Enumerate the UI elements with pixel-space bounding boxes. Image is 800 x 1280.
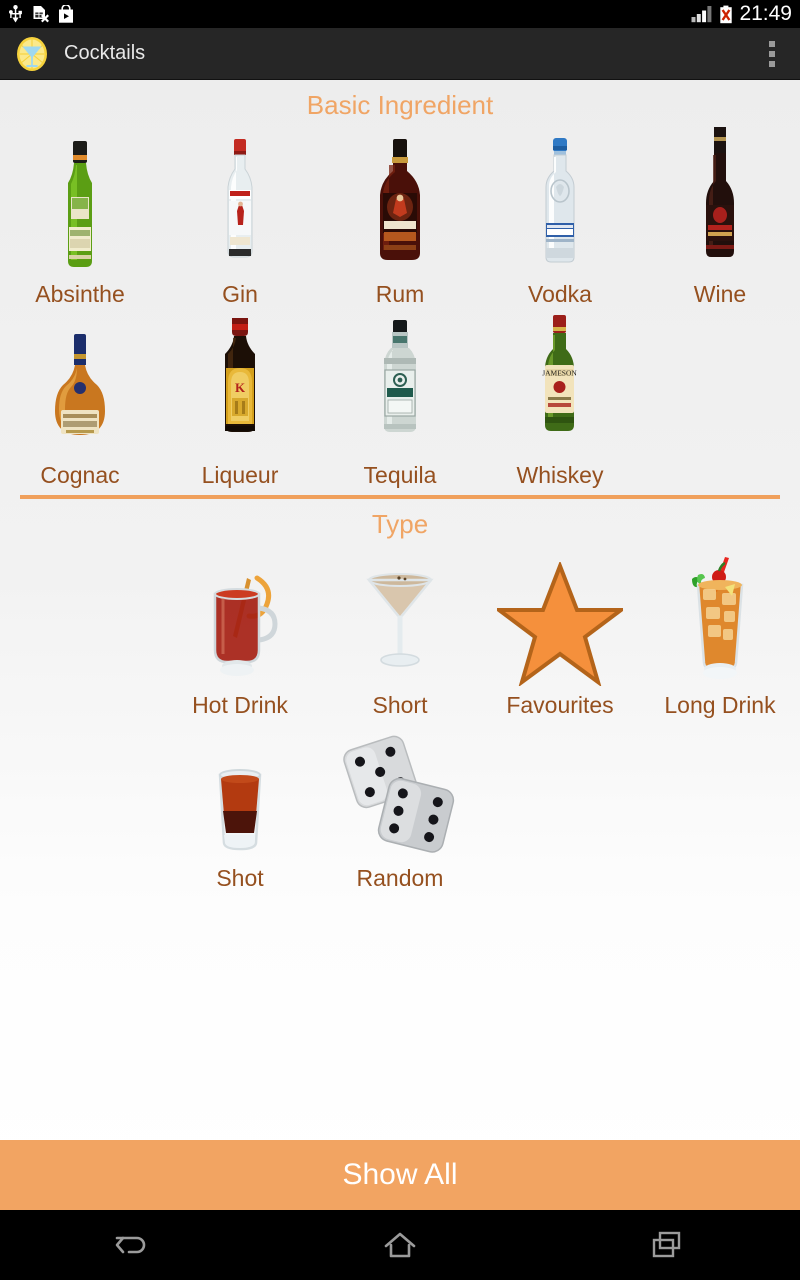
ingredient-label: Liqueur (201, 462, 279, 488)
section-title-basic-ingredient: Basic Ingredient (306, 90, 494, 120)
sim-card-missing-icon (33, 5, 49, 22)
type-label: Random (356, 865, 444, 891)
type-label: Long Drink (664, 692, 776, 718)
ingredient-label: Whiskey (516, 462, 604, 488)
highball-glass-icon (670, 546, 770, 686)
overflow-dot (769, 60, 775, 67)
type-label: Shot (216, 865, 264, 891)
tequila-bottle-icon (369, 308, 431, 456)
svg-text:K: K (235, 380, 246, 395)
vodka-bottle-icon (532, 127, 588, 275)
show-all-button[interactable]: Show All (0, 1140, 800, 1210)
overflow-dot (769, 50, 775, 57)
star-icon (497, 546, 623, 686)
ingredient-label: Wine (693, 281, 747, 307)
content-area: Basic Ingredient Absinthe Gin Rum Vodka … (0, 80, 800, 1180)
status-bar: 21:49 (0, 0, 800, 28)
martini-glass-icon (355, 546, 445, 686)
ingredient-label: Rum (375, 281, 425, 307)
rum-bottle-icon (367, 127, 433, 275)
section-title-type: Type (371, 509, 429, 539)
usb-icon (9, 4, 22, 22)
type-label: Favourites (506, 692, 614, 718)
status-bar-clock: 21:49 (739, 2, 792, 25)
ingredient-item-cognac[interactable]: Cognac (0, 308, 160, 489)
type-grid: Hot Drink Short Favourites Long Drink Sh… (0, 546, 800, 892)
battery-error-icon (720, 5, 733, 23)
recents-icon[interactable] (533, 1230, 800, 1260)
whiskey-bottle-icon: JAMESON (533, 308, 587, 456)
ingredient-item-gin[interactable]: Gin (160, 127, 320, 308)
type-item-hot-drink[interactable]: Hot Drink (160, 546, 320, 719)
ingredient-item-vodka[interactable]: Vodka (480, 127, 640, 308)
app-title: Cocktails (64, 42, 146, 64)
dice-icon (335, 719, 465, 859)
type-item-shot[interactable]: Shot (160, 719, 320, 892)
ingredient-item-whiskey[interactable]: JAMESON Whiskey (480, 308, 640, 489)
action-bar: Cocktails (0, 28, 800, 80)
svg-text:JAMESON: JAMESON (542, 369, 577, 378)
type-item-random[interactable]: Random (320, 719, 480, 892)
ingredient-label: Gin (222, 281, 258, 307)
liqueur-bottle-icon: K (210, 308, 270, 456)
gin-bottle-icon (210, 127, 270, 275)
type-label: Short (372, 692, 428, 718)
app-screen: 21:49 Cocktails Basic Ingredient Absinth… (0, 0, 800, 1280)
ingredient-item-liqueur[interactable]: K Liqueur (160, 308, 320, 489)
navigation-bar (0, 1210, 800, 1280)
status-bar-left-icons (8, 4, 74, 24)
overflow-dot (769, 40, 775, 47)
hot-drink-glass-icon (185, 546, 295, 686)
type-item-long-drink[interactable]: Long Drink (640, 546, 800, 719)
home-icon[interactable] (267, 1230, 534, 1260)
type-item-favourites[interactable]: Favourites (480, 546, 640, 719)
cognac-bottle-icon (44, 308, 116, 456)
ingredient-item-rum[interactable]: Rum (320, 127, 480, 308)
play-store-icon (59, 4, 73, 23)
ingredient-grid: Absinthe Gin Rum Vodka Wine Cognac K Liq… (0, 127, 800, 489)
ingredient-label: Absinthe (35, 281, 125, 307)
status-bar-right-icons: 21:49 (691, 3, 792, 25)
ingredient-label: Vodka (528, 281, 592, 307)
absinthe-bottle-icon (47, 127, 113, 275)
type-label: Hot Drink (192, 692, 288, 718)
ingredient-item-tequila[interactable]: Tequila (320, 308, 480, 489)
ingredient-label: Cognac (40, 462, 120, 488)
overflow-menu-icon[interactable] (758, 34, 786, 74)
ingredient-item-wine[interactable]: Wine (640, 127, 800, 308)
cocktail-lemon-icon (14, 36, 50, 72)
show-all-label: Show All (342, 1158, 458, 1191)
ingredient-item-absinthe[interactable]: Absinthe (0, 127, 160, 308)
back-icon[interactable] (0, 1230, 267, 1260)
shot-glass-icon (204, 719, 276, 859)
type-item-short[interactable]: Short (320, 546, 480, 719)
ingredient-label: Tequila (363, 462, 437, 488)
wine-bottle-icon (697, 127, 743, 275)
signal-bars-icon (691, 6, 712, 23)
